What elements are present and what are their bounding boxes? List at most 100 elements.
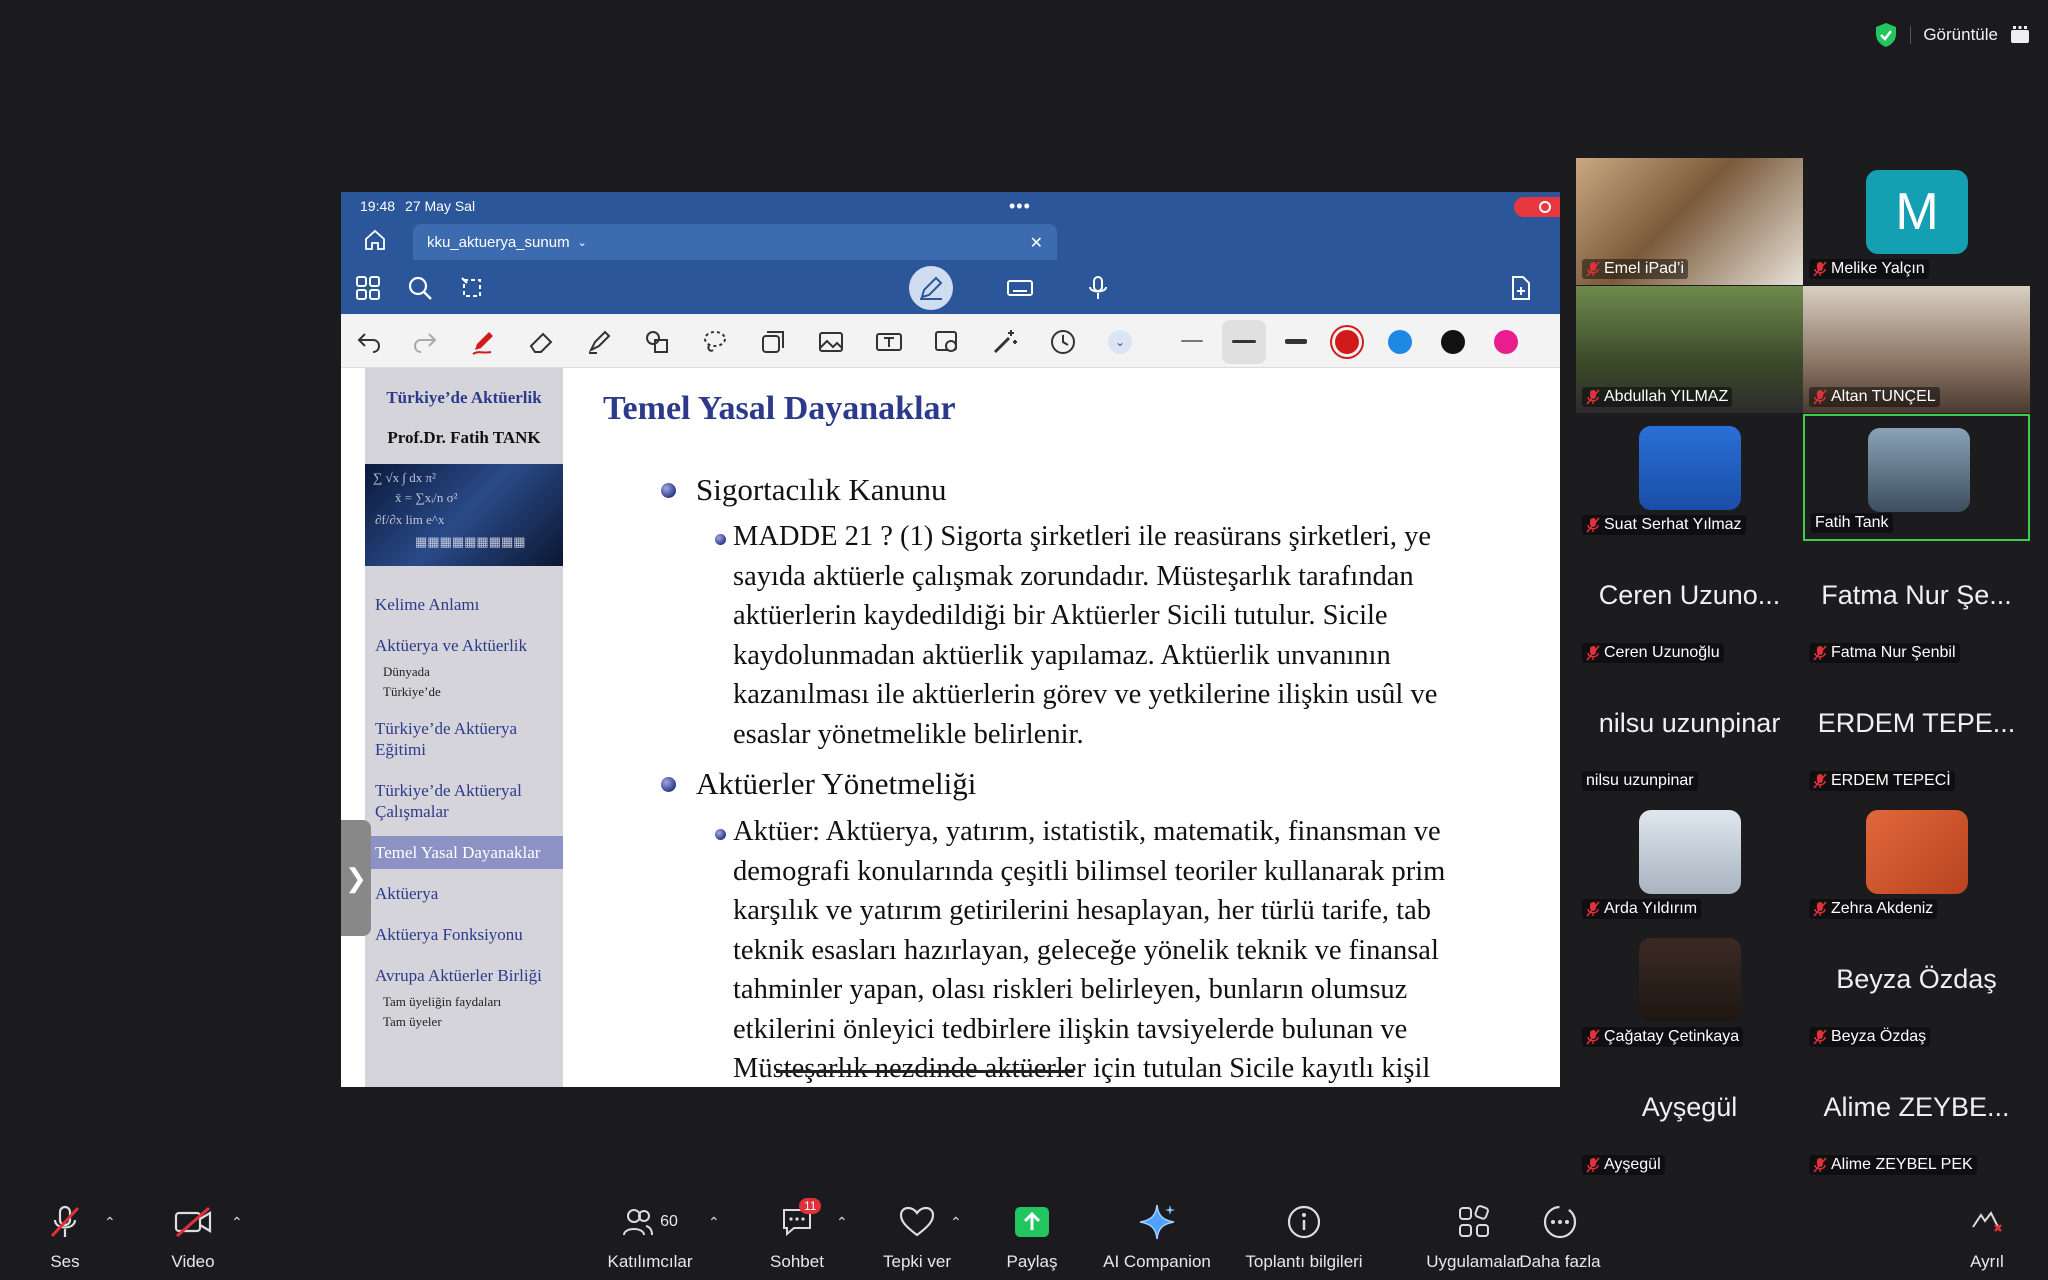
image-search-icon[interactable]: [933, 328, 961, 356]
undo-icon[interactable]: [355, 328, 383, 356]
meeting-toolbar: Ses ⌃ Video ⌃ 60 Katılımcılar ⌃ 11 Sohbe…: [0, 1190, 2048, 1280]
shapes-icon[interactable]: [643, 328, 671, 356]
participant-tile[interactable]: Fatih Tank: [1803, 414, 2030, 541]
participants-chevron-icon[interactable]: ⌃: [708, 1214, 720, 1231]
react-label: Tepki ver: [882, 1252, 952, 1271]
slide-canvas: Türkiye’de Aktüerlik Prof.Dr. Fatih TANK…: [341, 368, 1560, 1087]
grid-view-icon[interactable]: [2010, 26, 2030, 44]
medium-line-mark: [1232, 340, 1256, 343]
bullet1-body: MADDE 21 ? (1) Sigorta şirketleri ile re…: [733, 521, 1438, 750]
meeting-info-button[interactable]: Toplantı bilgileri: [1238, 1202, 1370, 1272]
participant-display-name: Ceren Uzuno...: [1598, 580, 1781, 610]
blue-color-swatch[interactable]: [1388, 330, 1412, 354]
audio-button[interactable]: Ses: [40, 1202, 90, 1272]
participant-tile[interactable]: Emel iPad’i: [1576, 158, 1803, 285]
participant-tile[interactable]: Çağatay Çetinkaya: [1576, 926, 1803, 1053]
avatar: M: [1866, 170, 1968, 254]
sub-bullet-icon: [715, 829, 726, 840]
participant-display-name: nilsu uzunpinar: [1598, 708, 1781, 738]
home-icon[interactable]: [363, 228, 387, 252]
video-options-chevron-icon[interactable]: ⌃: [231, 1214, 243, 1231]
multitask-dots-icon[interactable]: •••: [1009, 196, 1031, 217]
ai-companion-button[interactable]: AI Companion: [1097, 1202, 1217, 1272]
dictate-microphone-icon[interactable]: [1085, 275, 1111, 301]
slide-nav-item[interactable]: Temel Yasal Dayanaklar: [365, 836, 563, 869]
search-icon[interactable]: [407, 275, 433, 301]
more-icon: [1543, 1205, 1577, 1239]
participant-tile[interactable]: M Melike Yalçın: [1803, 158, 2030, 285]
participant-tile[interactable]: nilsu uzunpinar nilsu uzunpinar: [1576, 670, 1803, 797]
slide-nav-subitem[interactable]: Tam üyeliğin faydaları: [365, 992, 563, 1012]
sparkle-icon: [1139, 1204, 1175, 1240]
react-button[interactable]: Tepki ver: [876, 1202, 958, 1272]
react-chevron-icon[interactable]: ⌃: [950, 1214, 962, 1231]
bullet2-body: Aktüer: Aktüerya, yatırım, istatistik, m…: [733, 816, 1446, 1084]
sidebar-expand-handle[interactable]: ❯: [341, 820, 371, 936]
participant-tile[interactable]: Altan TUNÇEL: [1803, 286, 2030, 413]
apps-grid-icon[interactable]: [355, 275, 381, 301]
participant-tile[interactable]: Arda Yıldırım: [1576, 798, 1803, 925]
text-box-icon[interactable]: [875, 328, 903, 356]
participant-tile[interactable]: ERDEM TEPE... ERDEM TEPECİ: [1803, 670, 2030, 797]
slide-nav-subitem[interactable]: Tam üyeler: [365, 1012, 563, 1032]
slide-nav-subitem[interactable]: Dünyada: [365, 662, 563, 682]
avatar: [1639, 810, 1741, 894]
slide-title: Temel Yasal Dayanaklar: [603, 390, 956, 427]
view-button[interactable]: Görüntüle: [1923, 25, 1998, 45]
participant-name-text: Altan TUNÇEL: [1831, 388, 1936, 405]
clock-icon[interactable]: [1049, 328, 1077, 356]
encryption-shield-icon[interactable]: [1874, 22, 1898, 48]
video-button[interactable]: Video: [168, 1202, 218, 1272]
participants-button[interactable]: 60 Katılımcılar: [600, 1202, 700, 1272]
share-button[interactable]: Paylaş: [1000, 1202, 1064, 1272]
participant-name-text: Beyza Özdaş: [1831, 1028, 1927, 1045]
lasso-icon[interactable]: [701, 328, 729, 356]
chat-chevron-icon[interactable]: ⌃: [836, 1214, 848, 1231]
participant-tile[interactable]: Ayşegül Ayşegül: [1576, 1054, 1803, 1181]
thin-line-option[interactable]: [1181, 340, 1203, 342]
redo-icon[interactable]: [411, 328, 439, 356]
document-tab[interactable]: kku_aktuerya_sunum ⌄ ✕: [413, 224, 1057, 260]
highlighter-icon[interactable]: [585, 328, 613, 356]
red-pen-tool-icon[interactable]: [469, 328, 497, 356]
share-document-icon[interactable]: [1507, 275, 1533, 301]
keyboard-icon[interactable]: [1007, 275, 1033, 301]
more-button[interactable]: Daha fazla: [1518, 1202, 1602, 1272]
slide-nav-subitem[interactable]: Türkiye’de: [365, 682, 563, 702]
slide-nav-item[interactable]: Kelime Anlamı: [365, 588, 563, 621]
participant-tile[interactable]: Zehra Akdeniz: [1803, 798, 2030, 925]
participant-tile[interactable]: Beyza Özdaş Beyza Özdaş: [1803, 926, 2030, 1053]
chat-button[interactable]: 11 Sohbet: [765, 1198, 829, 1272]
sticky-note-icon[interactable]: [759, 328, 787, 356]
slide-nav-item[interactable]: Aktüerya ve Aktüerlik: [365, 629, 563, 662]
draw-mode-button[interactable]: [909, 266, 953, 310]
leave-button[interactable]: Ayrıl: [1962, 1202, 2012, 1272]
magic-wand-icon[interactable]: [991, 328, 1019, 356]
audio-options-chevron-icon[interactable]: ⌃: [104, 1214, 116, 1231]
slide-nav-item[interactable]: Aktüerya Fonksiyonu: [365, 918, 563, 951]
black-color-swatch[interactable]: [1441, 330, 1465, 354]
slide-nav-item[interactable]: Türkiye’de Aktüerya Eğitimi: [365, 712, 563, 766]
participant-tile[interactable]: Fatma Nur Şe... Fatma Nur Şenbil: [1803, 542, 2030, 669]
expand-tools-chevron-icon[interactable]: ⌄: [1108, 330, 1132, 354]
image-icon[interactable]: [817, 328, 845, 356]
thick-line-option[interactable]: [1285, 339, 1307, 344]
close-icon[interactable]: ✕: [1030, 233, 1043, 253]
pink-color-swatch[interactable]: [1494, 330, 1518, 354]
participant-tile[interactable]: Alime ZEYBE... Alime ZEYBEL PEK: [1803, 1054, 2030, 1181]
slide-nav-item[interactable]: Avrupa Aktüerler Birliği: [365, 959, 563, 992]
slide-nav-item[interactable]: Aktüerya: [365, 877, 563, 910]
chevron-down-icon[interactable]: ⌄: [578, 236, 587, 249]
mic-muted-icon: [1813, 1157, 1827, 1173]
participant-tile[interactable]: Suat Serhat Yılmaz: [1576, 414, 1803, 541]
apps-icon: [1459, 1205, 1489, 1237]
red-color-swatch[interactable]: [1335, 330, 1359, 354]
eraser-icon[interactable]: [527, 328, 555, 356]
avatar: [1639, 426, 1741, 510]
slide-nav-item[interactable]: Türkiye’de Aktüeryal Çalışmalar: [365, 774, 563, 828]
participant-tile[interactable]: Ceren Uzuno... Ceren Uzunoğlu: [1576, 542, 1803, 669]
avatar: [1639, 938, 1741, 1022]
apps-button[interactable]: Uygulamalar: [1424, 1202, 1524, 1272]
lasso-select-icon[interactable]: [459, 275, 485, 301]
participant-tile[interactable]: Abdullah YILMAZ: [1576, 286, 1803, 413]
